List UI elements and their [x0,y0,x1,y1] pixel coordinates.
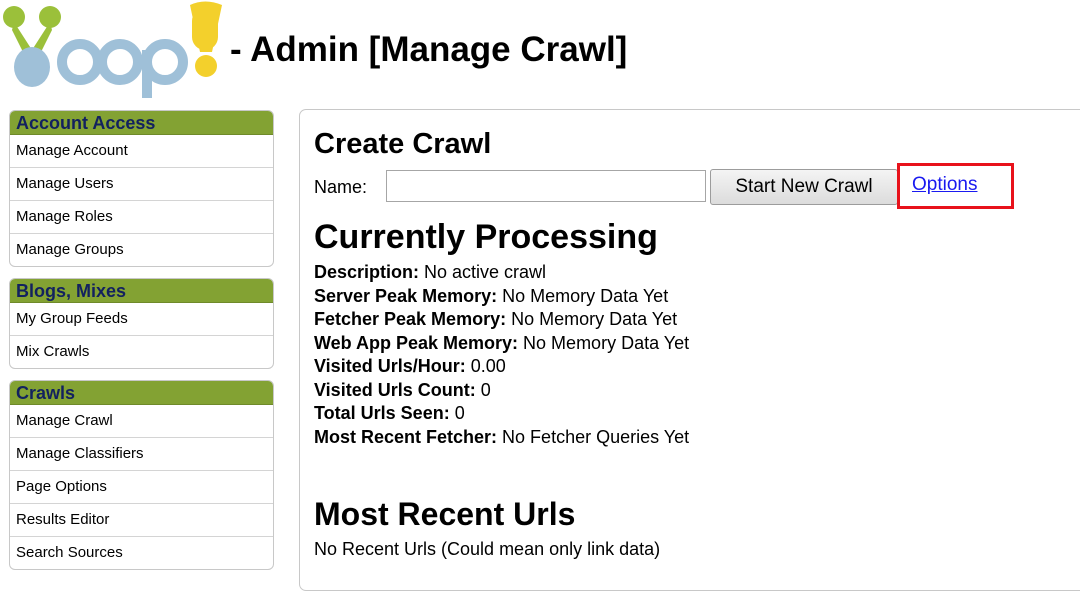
info-label: Fetcher Peak Memory: [314,309,507,329]
start-new-crawl-button[interactable]: Start New Crawl [710,169,898,205]
info-label: Description: [314,262,420,282]
info-label: Visited Urls Count: [314,379,476,400]
sidebar-item-page-options[interactable]: Page Options [10,470,273,503]
processing-info-list: Description: No active crawl Server Peak… [314,261,689,449]
menu-section-title: Account Access [10,111,273,135]
info-value: No Memory Data Yet [497,285,669,306]
sidebar: Account Access Manage Account Manage Use… [9,110,274,581]
info-row-description: Description: No active crawl [314,261,689,285]
sidebar-item-manage-account[interactable]: Manage Account [10,135,273,167]
info-row-server-peak-memory: Server Peak Memory: No Memory Data Yet [314,285,689,309]
info-row-fetcher-peak-memory: Fetcher Peak Memory: No Memory Data Yet [314,308,689,332]
info-value: No active crawl [419,262,547,282]
info-label: Web App Peak Memory: [314,332,519,353]
menu-section-blogs-mixes: Blogs, Mixes My Group Feeds Mix Crawls [9,278,274,369]
info-value: No Memory Data Yet [518,332,690,353]
main-panel: Create Crawl Name: Start New Crawl Optio… [299,109,1080,591]
most-recent-urls-text: No Recent Urls (Could mean only link dat… [314,539,661,559]
info-row-total-urls-seen: Total Urls Seen: 0 [314,402,689,426]
sidebar-item-manage-groups[interactable]: Manage Groups [10,233,273,266]
info-value: 0.00 [465,356,506,376]
sidebar-item-my-group-feeds[interactable]: My Group Feeds [10,303,273,335]
sidebar-item-search-sources[interactable]: Search Sources [10,536,273,569]
sidebar-item-manage-crawl[interactable]: Manage Crawl [10,405,273,437]
crawl-name-input[interactable] [386,170,706,202]
sidebar-item-manage-roles[interactable]: Manage Roles [10,200,273,233]
info-value: No Fetcher Queries Yet [497,426,690,447]
yioop-logo[interactable] [0,0,250,100]
sidebar-item-mix-crawls[interactable]: Mix Crawls [10,335,273,368]
most-recent-urls-heading: Most Recent Urls [314,496,576,532]
menu-section-account-access: Account Access Manage Account Manage Use… [9,110,274,267]
header: - Admin [Manage Crawl] [0,0,1080,100]
info-label: Visited Urls/Hour: [314,356,466,376]
info-value: No Memory Data Yet [506,309,678,329]
sidebar-item-results-editor[interactable]: Results Editor [10,503,273,536]
info-row-visited-urls-hour: Visited Urls/Hour: 0.00 [314,355,689,379]
info-value: 0 [449,403,465,423]
sidebar-item-manage-classifiers[interactable]: Manage Classifiers [10,437,273,470]
create-crawl-heading: Create Crawl [314,128,492,160]
menu-section-crawls: Crawls Manage Crawl Manage Classifiers P… [9,380,274,570]
sidebar-item-manage-users[interactable]: Manage Users [10,167,273,200]
info-label: Most Recent Fetcher: [314,426,498,447]
info-value: 0 [475,379,491,400]
options-highlight-box: Options [897,163,1014,209]
currently-processing-heading: Currently Processing [314,218,658,256]
crawl-name-label: Name: [314,177,368,197]
info-label: Total Urls Seen: [314,403,450,423]
page-title: - Admin [Manage Crawl] [230,30,628,69]
info-row-most-recent-fetcher: Most Recent Fetcher: No Fetcher Queries … [314,426,689,450]
options-link[interactable]: Options [912,174,977,196]
info-label: Server Peak Memory: [314,285,498,306]
info-row-visited-urls-count: Visited Urls Count: 0 [314,379,689,403]
menu-section-title: Crawls [10,381,273,405]
menu-section-title: Blogs, Mixes [10,279,273,303]
create-crawl-form: Name: Start New Crawl Options [314,163,1054,209]
info-row-web-app-peak-memory: Web App Peak Memory: No Memory Data Yet [314,332,689,356]
